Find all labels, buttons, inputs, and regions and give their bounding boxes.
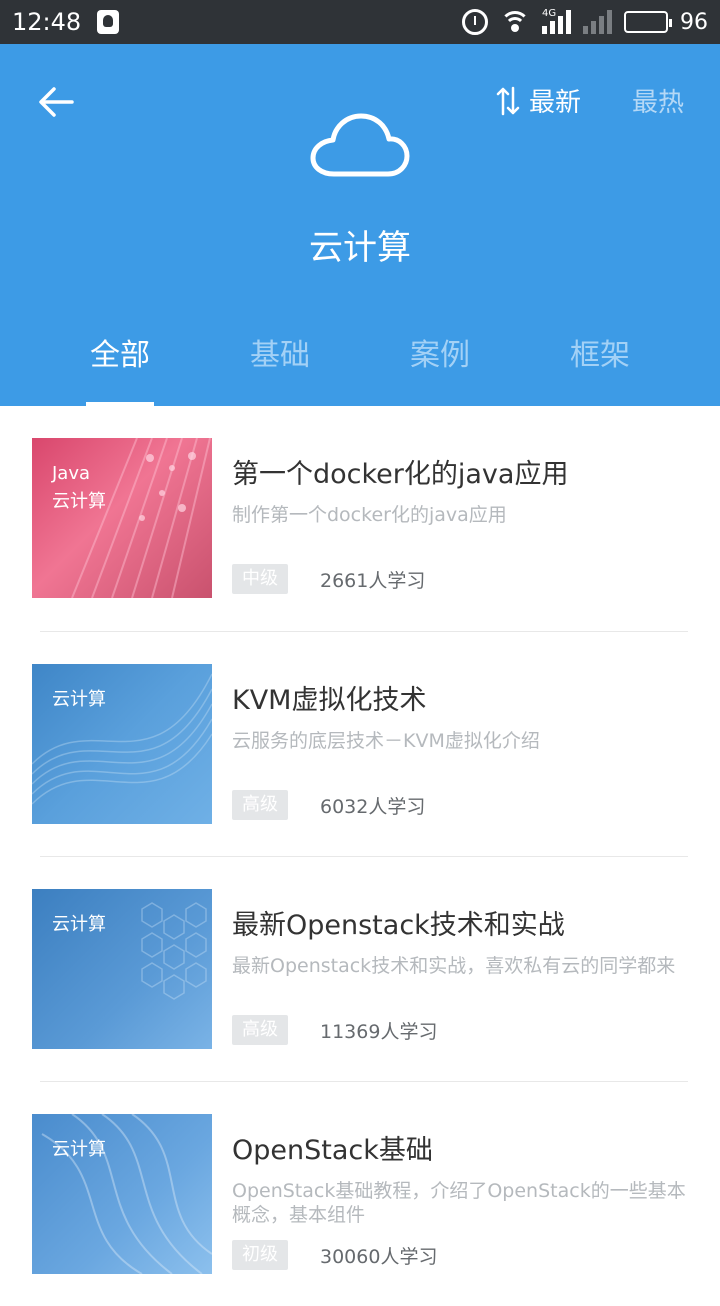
level-badge: 中级 [232, 564, 288, 594]
status-icons: 4G 96 [462, 8, 708, 35]
signal-icon: 4G [542, 8, 571, 34]
course-item[interactable]: 云计算 OpenStack基础 OpenStack基础教程，介绍了OpenSta… [32, 1081, 688, 1306]
learner-count: 30060人学习 [320, 1245, 438, 1268]
thumbnail-label: 云计算 [52, 689, 106, 710]
level-badge: 高级 [232, 1015, 288, 1045]
tab-frameworks[interactable]: 框架 [520, 326, 680, 406]
course-title: KVM虚拟化技术 [232, 685, 427, 716]
course-thumbnail: 云计算 [32, 889, 212, 1049]
course-thumbnail: 云计算 [32, 664, 212, 824]
thumbnail-label: 云计算 [52, 914, 106, 935]
course-thumbnail: 云计算 [32, 1114, 212, 1274]
battery-icon [624, 11, 672, 33]
learner-count: 11369人学习 [320, 1020, 438, 1043]
tab-basics[interactable]: 基础 [200, 326, 360, 406]
course-description: 云服务的底层技术－KVM虚拟化介绍 [232, 730, 540, 752]
thumbnail-label: 云计算 [52, 491, 106, 512]
learner-count: 2661人学习 [320, 569, 426, 592]
page-title: 云计算 [309, 228, 411, 268]
tab-all[interactable]: 全部 [40, 326, 200, 406]
header: 最新 最热 云计算 全部 基础 案例 框架 [0, 44, 720, 406]
sort-newest-button[interactable]: 最新 [495, 82, 581, 119]
status-bar: 12:48 4G 96 [0, 0, 720, 44]
course-item[interactable]: 云计算 最新Openstack技术和实战 最新Openstack技术和实战，喜欢… [32, 856, 688, 1081]
cloud-icon [310, 113, 410, 177]
alarm-icon [462, 9, 488, 35]
course-description: 制作第一个docker化的java应用 [232, 504, 507, 526]
sort-hottest-button[interactable]: 最热 [632, 82, 684, 119]
course-description: OpenStack基础教程，介绍了OpenStack的一些基本概念，基本组件 [232, 1180, 686, 1226]
tab-bar: 全部 基础 案例 框架 [0, 326, 720, 406]
sort-newest-label: 最新 [529, 88, 582, 118]
status-time: 12:48 [12, 8, 82, 36]
course-title: 最新Openstack技术和实战 [232, 910, 565, 941]
battery-level: 96 [680, 9, 708, 35]
course-list: Java 云计算 第一个docker化的java应用 制作第一个docker化的… [0, 406, 720, 1306]
tab-cases[interactable]: 案例 [360, 326, 520, 406]
signal-2-icon [583, 10, 612, 34]
network-type: 4G [542, 8, 557, 19]
wifi-icon [500, 11, 530, 33]
course-item[interactable]: Java 云计算 第一个docker化的java应用 制作第一个docker化的… [0, 406, 720, 631]
qq-notification-icon [97, 10, 120, 34]
thumbnail-label: 云计算 [52, 1139, 106, 1160]
learner-count: 6032人学习 [320, 795, 426, 818]
course-description: 最新Openstack技术和实战，喜欢私有云的同学都来 [232, 955, 676, 977]
course-title: OpenStack基础 [232, 1135, 433, 1166]
back-arrow-icon[interactable] [38, 84, 74, 120]
course-thumbnail: Java 云计算 [32, 438, 212, 598]
level-badge: 高级 [232, 790, 288, 820]
thumbnail-label: Java [52, 463, 91, 484]
course-title: 第一个docker化的java应用 [232, 459, 569, 490]
level-badge: 初级 [232, 1240, 288, 1270]
course-item[interactable]: 云计算 KVM虚拟化技术 云服务的底层技术－KVM虚拟化介绍 高级 6032人学… [32, 631, 688, 856]
sort-icon [496, 86, 520, 115]
